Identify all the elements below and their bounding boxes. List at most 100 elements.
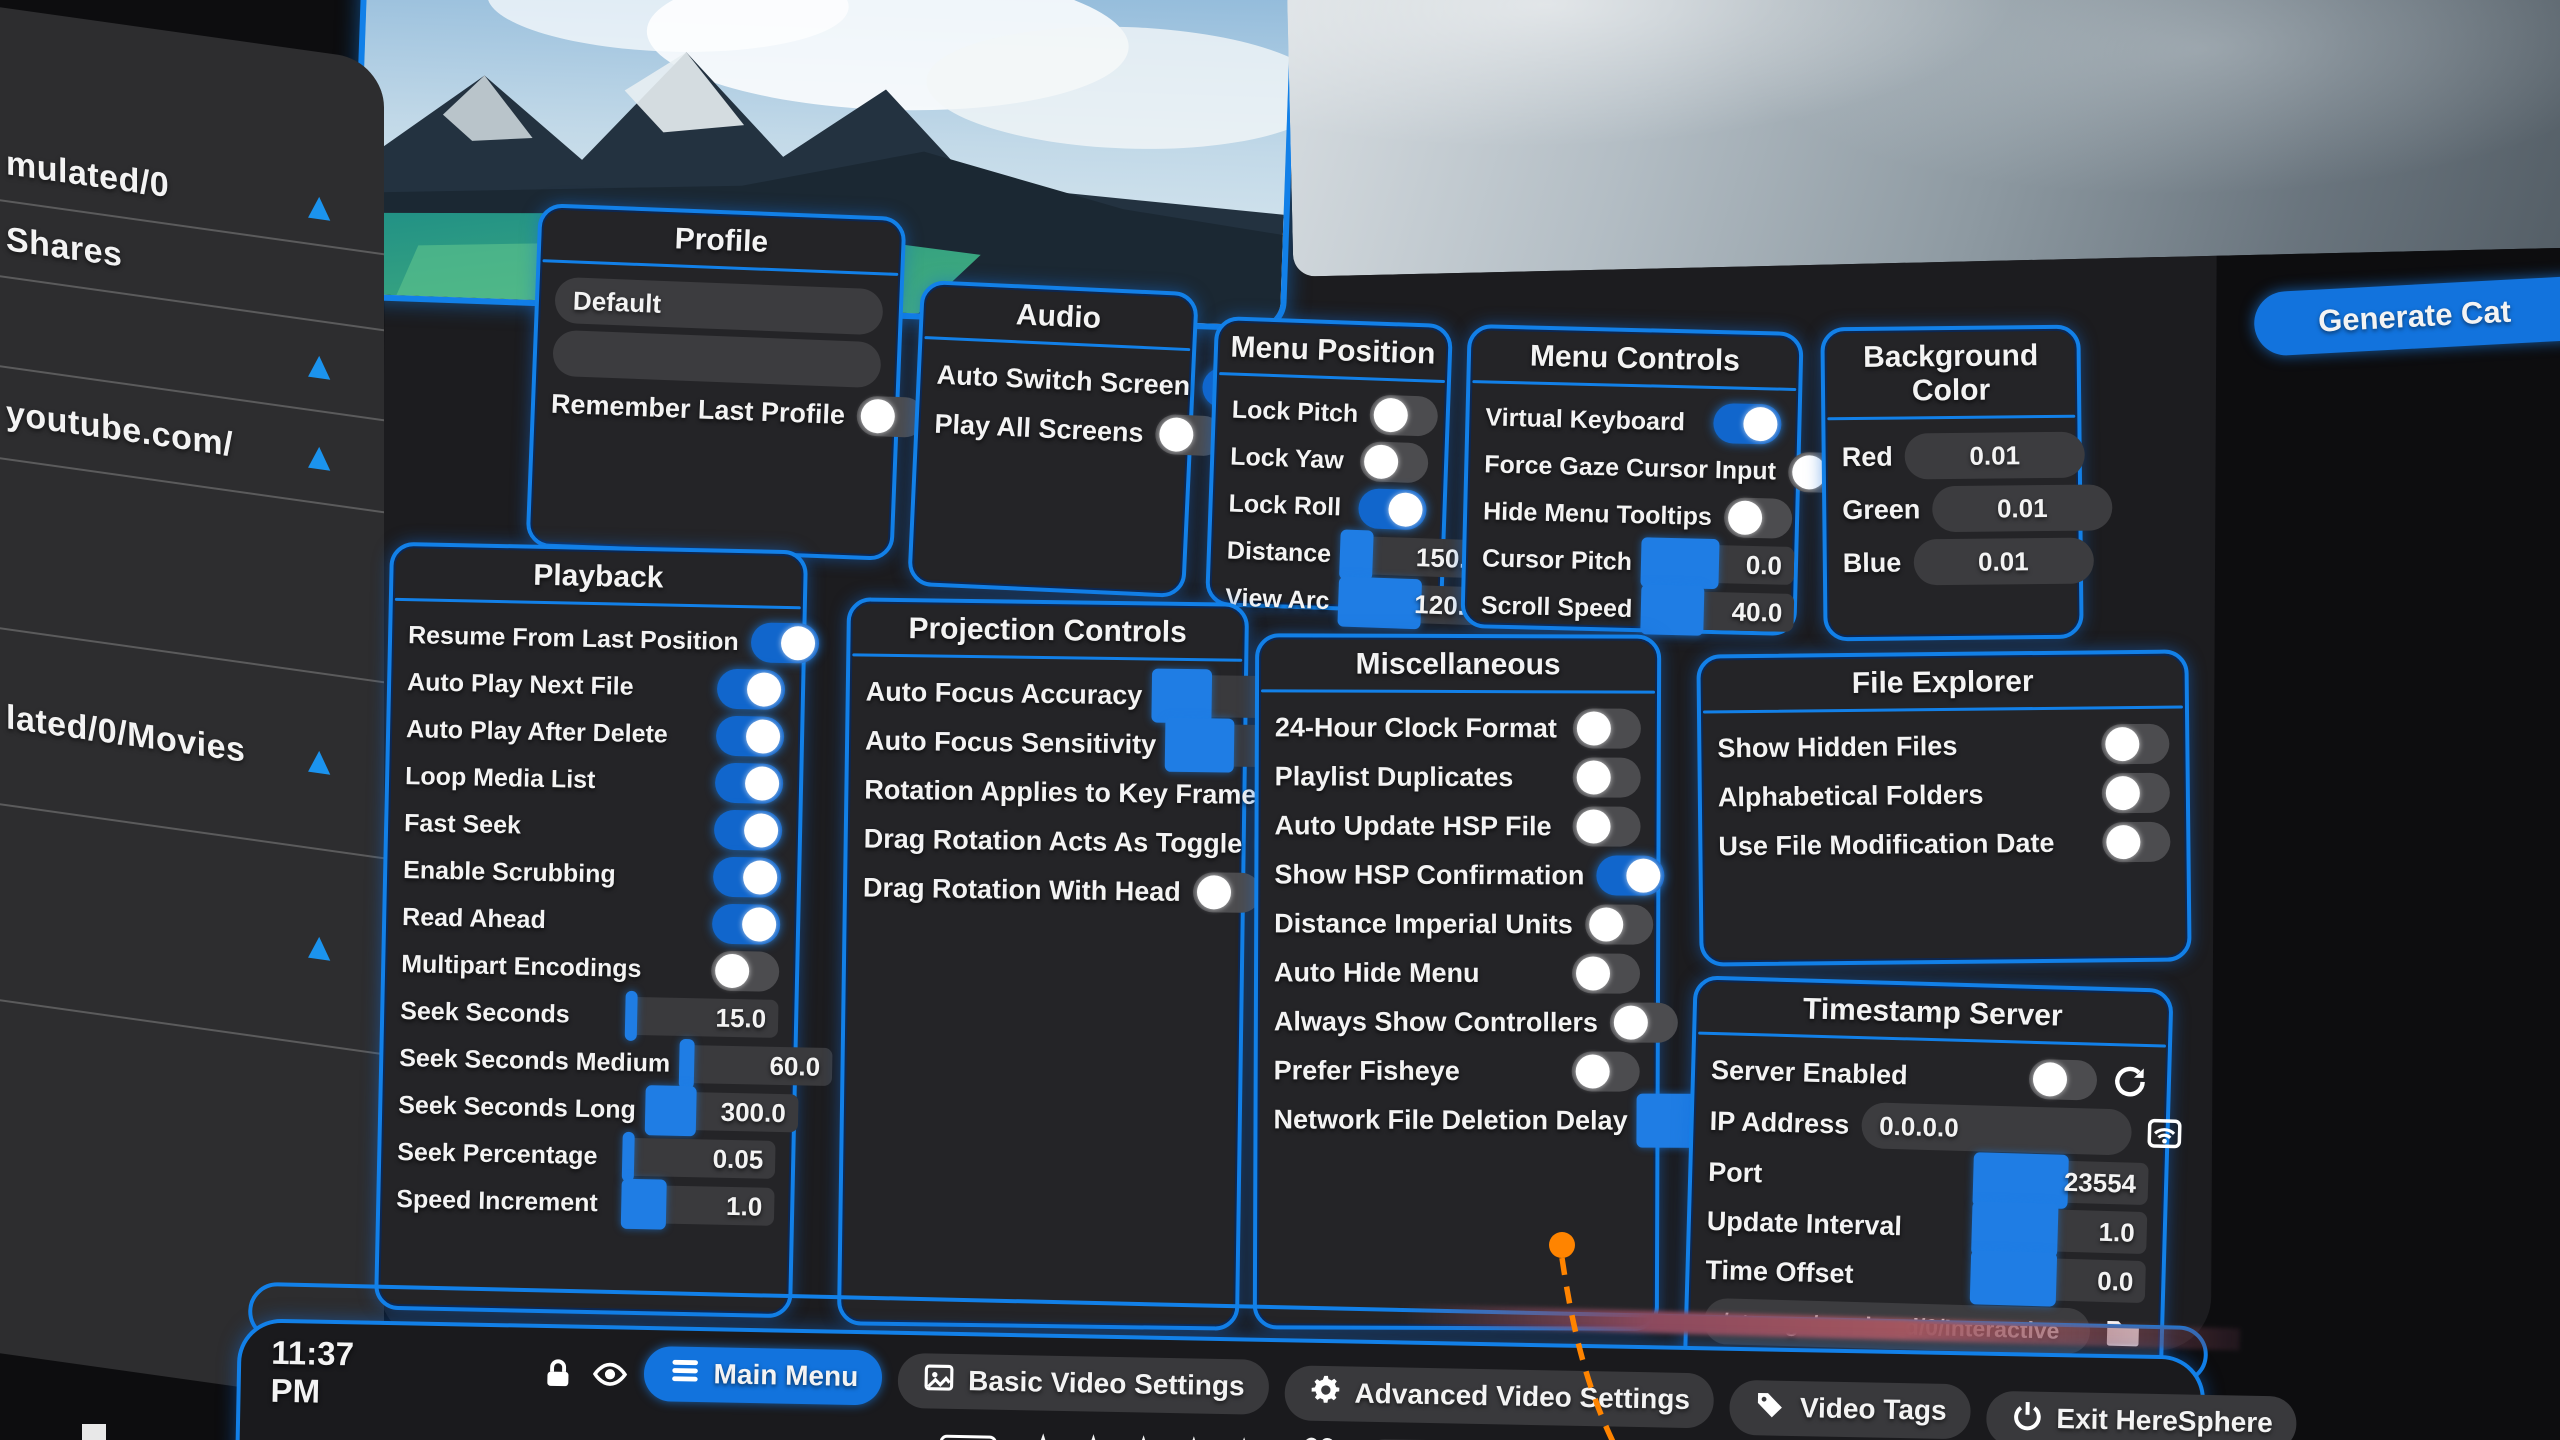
- advanced-video-settings-button[interactable]: Advanced Video Settings: [1284, 1365, 1715, 1428]
- panel-title: Menu Controls: [1470, 328, 1799, 388]
- slider-value: 40.0: [1644, 590, 1795, 632]
- auto-update-hsp-file-toggle[interactable]: [1572, 806, 1640, 846]
- basic-video-settings-button[interactable]: Basic Video Settings: [898, 1352, 1269, 1414]
- exit-heresphere-button[interactable]: Exit HereSphere: [1986, 1390, 2297, 1440]
- settings-row: Auto Update HSP File: [1274, 804, 1640, 847]
- ip-address-field[interactable]: 0.0.0.0: [1861, 1102, 2132, 1156]
- scroll-up-triangle-icon[interactable]: ▲: [300, 740, 338, 783]
- favorite-heart-icon[interactable]: ♥: [1299, 1434, 1339, 1440]
- distance-imperial-units-toggle[interactable]: [1585, 904, 1653, 944]
- closed-captions-badge[interactable]: CC: [939, 1435, 996, 1440]
- scroll-up-triangle-icon[interactable]: ▲: [300, 436, 338, 479]
- settings-row: 24-Hour Clock Format: [1275, 706, 1641, 749]
- server-enabled-toggle[interactable]: [2028, 1059, 2097, 1101]
- auto-hide-menu-toggle[interactable]: [1572, 953, 1640, 993]
- remember-last-profile-label: Remember Last Profile: [550, 388, 845, 430]
- time-offset-slider[interactable]: 0.0: [1973, 1256, 2146, 1303]
- star-rating[interactable]: ★★★★★: [1022, 1427, 1274, 1440]
- 24-hour-clock-format-toggle[interactable]: [1573, 708, 1641, 748]
- blue-field[interactable]: 0.01: [1913, 538, 2093, 586]
- lock-icon[interactable]: [539, 1351, 576, 1396]
- settings-row: Red0.01: [1841, 432, 2061, 480]
- enable-scrubbing-toggle[interactable]: [713, 857, 782, 898]
- show-hidden-files-toggle[interactable]: [2101, 724, 2169, 765]
- panel-background-color: Background ColorRed0.01Green0.01Blue0.01: [1820, 325, 2083, 642]
- auto-hide-menu-label: Auto Hide Menu: [1274, 957, 1480, 989]
- slider-value: 0.05: [625, 1138, 776, 1179]
- alphabetical-folders-toggle[interactable]: [2102, 773, 2170, 814]
- update-interval-slider[interactable]: 1.0: [1974, 1207, 2147, 1254]
- fast-seek-toggle[interactable]: [714, 810, 783, 851]
- default-field[interactable]: Default: [554, 277, 884, 336]
- distance-label: Distance: [1226, 536, 1331, 569]
- network-file-deletion-delay-label: Network File Deletion Delay: [1273, 1104, 1627, 1136]
- settings-row: Distance150.0: [1226, 531, 1425, 578]
- toolbar-button-label: Basic Video Settings: [968, 1365, 1245, 1402]
- toolbar-buttons: Main Menu Basic Video Settings Advanced Vi…: [643, 1347, 2298, 1434]
- cursor-pitch-slider[interactable]: 0.0: [1644, 543, 1795, 585]
- multipart-encodings-toggle[interactable]: [711, 951, 780, 992]
- broadcast-icon[interactable]: [869, 1429, 914, 1440]
- show-hsp-confirmation-toggle[interactable]: [1596, 855, 1664, 895]
- video-tags-button[interactable]: Video Tags: [1729, 1379, 1971, 1439]
- settings-row: Fast Seek: [404, 803, 783, 851]
- seek-seconds-long-slider[interactable]: 300.0: [647, 1091, 798, 1132]
- scroll-up-triangle-icon[interactable]: ▲: [300, 926, 338, 969]
- resume-from-last-position-toggle[interactable]: [750, 622, 819, 663]
- toggle-knob: [742, 907, 777, 942]
- lock-yaw-toggle[interactable]: [1359, 441, 1428, 483]
- toggle-knob: [2106, 825, 2140, 859]
- seek-seconds-slider[interactable]: 15.0: [628, 997, 779, 1038]
- hide-menu-tooltips-toggle[interactable]: [1723, 497, 1792, 539]
- red-field[interactable]: 0.01: [1904, 432, 2084, 480]
- toggle-knob: [743, 860, 778, 895]
- auto-play-next-file-toggle[interactable]: [717, 669, 786, 710]
- hotspot-icon[interactable]: [2143, 1112, 2186, 1155]
- toolbar-button-label: Advanced Video Settings: [1354, 1378, 1690, 1416]
- settings-row: Default: [554, 277, 884, 336]
- seek-seconds-long-label: Seek Seconds Long: [398, 1091, 636, 1125]
- slider-value: 23554: [1976, 1158, 2149, 1205]
- use-file-modification-date-toggle[interactable]: [2102, 822, 2170, 863]
- toggle-knob: [2106, 776, 2140, 810]
- auto-play-after-delete-toggle[interactable]: [716, 716, 785, 757]
- video-screen-right[interactable]: [1287, 0, 2560, 277]
- speed-increment-slider[interactable]: 1.0: [624, 1185, 775, 1226]
- slider-value: 300.0: [647, 1091, 798, 1132]
- refresh-icon[interactable]: [2108, 1060, 2151, 1103]
- slider-value: 1.0: [1974, 1207, 2147, 1254]
- drag-rotation-with-head-toggle[interactable]: [1193, 872, 1262, 913]
- lock-pitch-toggle[interactable]: [1370, 394, 1439, 436]
- seek-percentage-slider[interactable]: 0.05: [625, 1138, 776, 1179]
- scroll-up-triangle-icon[interactable]: ▲: [300, 345, 338, 388]
- read-ahead-label: Read Ahead: [402, 903, 546, 935]
- scroll-speed-slider[interactable]: 40.0: [1644, 590, 1795, 632]
- settings-row: Auto Hide Menu: [1274, 951, 1640, 994]
- settings-row: Drag Rotation Acts As Toggle: [863, 817, 1226, 864]
- virtual-keyboard-toggle[interactable]: [1713, 403, 1782, 445]
- eye-icon[interactable]: [591, 1352, 628, 1397]
- seek-seconds-medium-slider[interactable]: 60.0: [682, 1045, 833, 1086]
- prefer-fisheye-toggle[interactable]: [1572, 1051, 1640, 1091]
- time-offset-label: Time Offset: [1705, 1254, 1854, 1289]
- field-value: 0.0.0.0: [1879, 1110, 1959, 1143]
- lock-roll-toggle[interactable]: [1358, 488, 1427, 530]
- auto-update-hsp-file-label: Auto Update HSP File: [1274, 810, 1551, 842]
- settings-row: Auto Play Next File: [407, 662, 786, 710]
- toolbar-main-row: 11:37 PM Main MenuBasic Video SettingsAd…: [270, 1335, 2171, 1437]
- empty-field[interactable]: [552, 330, 882, 389]
- seek-seconds-label: Seek Seconds: [400, 997, 570, 1030]
- settings-row: Read Ahead: [402, 897, 781, 945]
- always-show-controllers-label: Always Show Controllers: [1274, 1006, 1598, 1038]
- playlist-duplicates-toggle[interactable]: [1573, 757, 1641, 797]
- generate-catalog-button[interactable]: Generate Cat: [2253, 271, 2560, 357]
- read-ahead-toggle[interactable]: [712, 904, 781, 945]
- always-show-controllers-toggle[interactable]: [1610, 1003, 1678, 1043]
- main-menu-button[interactable]: Main Menu: [643, 1345, 883, 1405]
- toggle-knob: [2105, 727, 2139, 761]
- loop-media-list-toggle[interactable]: [715, 763, 784, 804]
- port-slider[interactable]: 23554: [1976, 1158, 2149, 1205]
- scroll-up-triangle-icon[interactable]: ▲: [300, 186, 338, 229]
- green-field[interactable]: 0.01: [1932, 484, 2112, 532]
- settings-row: Distance Imperial Units: [1274, 902, 1640, 945]
